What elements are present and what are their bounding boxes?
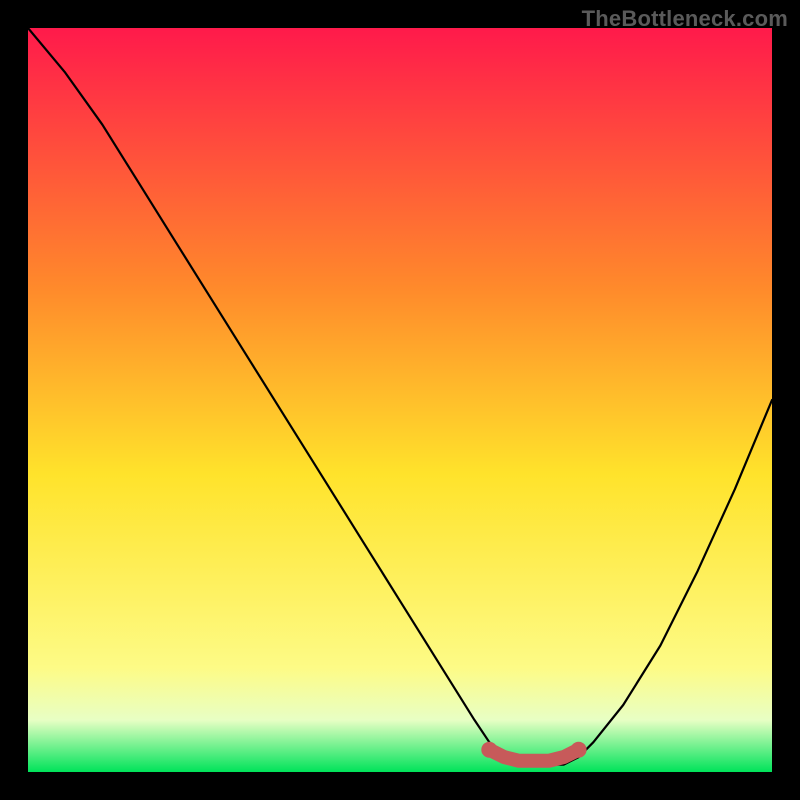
optimal-range-end-dot	[481, 742, 497, 758]
watermark-text: TheBottleneck.com	[582, 6, 788, 32]
chart-frame: TheBottleneck.com	[0, 0, 800, 800]
gradient-background	[28, 28, 772, 772]
optimal-range-end-dot	[571, 742, 587, 758]
bottleneck-plot	[28, 28, 772, 772]
